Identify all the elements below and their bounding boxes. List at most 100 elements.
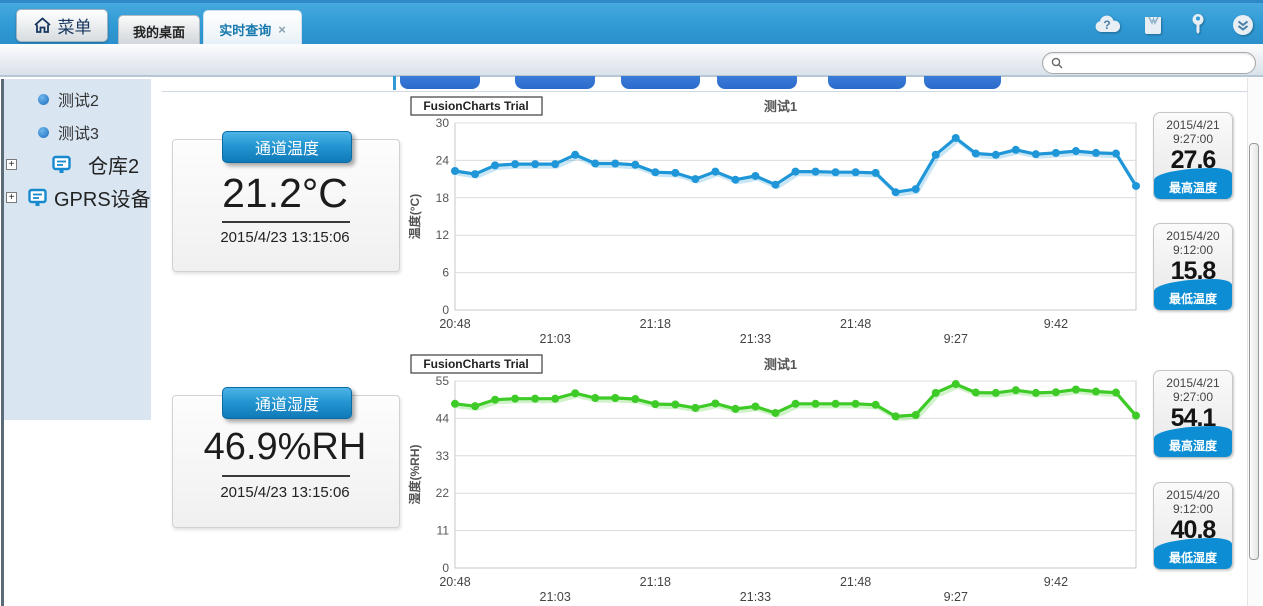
data-point — [1052, 388, 1060, 396]
channel-temperature-badge[interactable]: 通道温度 — [222, 131, 352, 163]
tree-item-label: GPRS设备 — [54, 183, 151, 212]
data-point — [812, 168, 820, 176]
svg-text:?: ? — [1103, 18, 1110, 32]
data-point — [912, 411, 920, 419]
data-point — [892, 412, 900, 420]
tab-my-desktop[interactable]: 我的桌面 — [118, 15, 200, 47]
menu-button-label: 菜单 — [58, 13, 92, 38]
tree-item-test3[interactable]: 测试3 — [38, 120, 99, 144]
data-point — [1132, 182, 1140, 190]
data-point — [551, 395, 559, 403]
data-point — [651, 400, 659, 408]
y-axis-title: 湿度(%RH) — [407, 445, 422, 505]
data-point — [1072, 147, 1080, 155]
data-point — [1112, 150, 1120, 158]
content-divider — [162, 91, 1247, 92]
y-tick-label: 24 — [436, 153, 450, 167]
expand-icon[interactable]: + — [6, 192, 17, 203]
channel-pill[interactable] — [515, 76, 595, 89]
x-tick-label: 9:42 — [1044, 317, 1068, 331]
stat-time: 9:27:00 — [1154, 390, 1232, 404]
y-tick-label: 55 — [436, 374, 450, 388]
data-point — [591, 160, 599, 168]
device-icon — [52, 155, 72, 175]
menu-button[interactable]: 菜单 — [16, 9, 108, 42]
tree-item-warehouse2[interactable]: + 仓库2 — [6, 150, 139, 179]
device-icon — [28, 188, 48, 208]
tree-item-test2[interactable]: 测试2 — [38, 87, 99, 111]
x-tick-label: 21:18 — [640, 575, 671, 589]
cloud-help-icon[interactable]: ? — [1094, 12, 1122, 38]
data-point — [1012, 386, 1020, 394]
data-point — [511, 160, 519, 168]
y-tick-label: 18 — [436, 191, 450, 205]
data-point — [491, 396, 499, 404]
data-point — [1032, 389, 1040, 397]
channel-humidity-badge[interactable]: 通道湿度 — [222, 387, 352, 419]
data-point — [551, 160, 559, 168]
search-input[interactable] — [1068, 54, 1247, 72]
channel-pill[interactable] — [924, 76, 1001, 89]
toolbar — [0, 44, 1263, 77]
data-point — [1132, 412, 1140, 420]
chart-title: 测试1 — [764, 99, 797, 114]
y-tick-label: 22 — [436, 486, 450, 500]
data-point — [591, 394, 599, 402]
humidity-chart: 01122334455湿度(%RH)FusionCharts Trial测试12… — [405, 352, 1142, 606]
data-point — [731, 405, 739, 413]
data-point — [671, 169, 679, 177]
gift-icon[interactable] — [1139, 12, 1167, 38]
data-point — [792, 168, 800, 176]
y-tick-label: 30 — [436, 116, 450, 130]
pill-row-edge — [393, 76, 396, 90]
channel-pill[interactable] — [828, 76, 906, 89]
x-tick-label: 9:42 — [1044, 575, 1068, 589]
data-point — [531, 395, 539, 403]
stat-label-badge: 最高湿度 — [1154, 426, 1232, 457]
x-tick-label: 20:48 — [439, 317, 470, 331]
data-point — [932, 389, 940, 397]
x-tick-label: 21:03 — [540, 590, 571, 604]
data-point — [631, 395, 639, 403]
key-icon[interactable] — [1184, 12, 1212, 38]
stat-card-min-temperature: 2015/4/20 9:12:00 15.8 最低温度 — [1153, 223, 1233, 311]
data-point — [631, 161, 639, 169]
stat-label: 最低湿度 — [1154, 538, 1232, 566]
stat-date: 2015/4/20 — [1154, 488, 1232, 502]
y-tick-label: 0 — [442, 303, 449, 317]
data-point — [671, 400, 679, 408]
stat-label-badge: 最低温度 — [1154, 279, 1232, 310]
close-icon[interactable]: × — [278, 23, 286, 36]
y-tick-label: 12 — [436, 228, 450, 242]
data-point — [912, 185, 920, 193]
data-point — [932, 151, 940, 159]
stat-label-badge: 最低湿度 — [1154, 538, 1232, 569]
stat-label: 最高湿度 — [1154, 426, 1232, 454]
stat-time: 9:12:00 — [1154, 243, 1232, 257]
tab-label: 我的桌面 — [133, 22, 185, 41]
channel-pill[interactable] — [621, 76, 700, 89]
collapse-icon[interactable] — [1229, 12, 1257, 38]
stat-time: 9:27:00 — [1154, 132, 1232, 146]
data-point — [491, 161, 499, 169]
search-box[interactable] — [1042, 52, 1256, 74]
channel-pill[interactable] — [400, 76, 480, 89]
channel-pill[interactable] — [717, 76, 797, 89]
tab-realtime-query[interactable]: 实时查询 × — [203, 10, 302, 47]
y-tick-label: 11 — [437, 524, 450, 538]
data-point — [952, 134, 960, 142]
data-point — [531, 160, 539, 168]
stat-label-badge: 最高温度 — [1154, 168, 1232, 199]
data-point — [571, 389, 579, 397]
data-point — [451, 400, 459, 408]
data-point — [1092, 149, 1100, 157]
expand-icon[interactable]: + — [6, 159, 17, 170]
vertical-scrollbar-thumb[interactable] — [1249, 143, 1259, 560]
app-header: 菜单 我的桌面 实时查询 × ? — [0, 0, 1263, 44]
data-point — [451, 167, 459, 175]
tree-item-label: 仓库2 — [88, 150, 139, 179]
data-point — [992, 389, 1000, 397]
stat-label: 最高温度 — [1154, 168, 1232, 196]
data-point — [992, 151, 1000, 159]
tree-item-gprs-devices[interactable]: + GPRS设备 — [6, 183, 151, 212]
